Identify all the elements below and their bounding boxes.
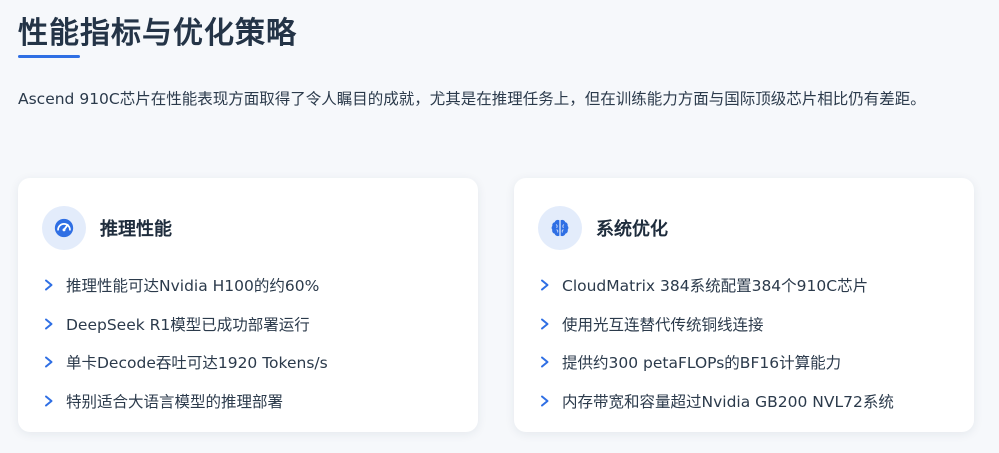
card-title: 推理性能 xyxy=(100,219,172,240)
chevron-right-icon xyxy=(44,279,62,291)
card-item-list: 推理性能可达Nvidia H100的约60% DeepSeek R1模型已成功部… xyxy=(44,266,328,420)
list-item-text: DeepSeek R1模型已成功部署运行 xyxy=(66,315,310,334)
card-item-list: CloudMatrix 384系统配置384个910C芯片 使用光互连替代传统铜… xyxy=(540,266,894,420)
list-item: 特别适合大语言模型的推理部署 xyxy=(44,382,328,421)
chevron-right-icon xyxy=(44,395,62,407)
page-title: 性能指标与优化策略 xyxy=(18,16,297,51)
card-header: 系统优化 xyxy=(538,206,668,250)
title-underline xyxy=(18,55,80,58)
card-inference-performance: 推理性能 推理性能可达Nvidia H100的约60% DeepSeek R1模… xyxy=(18,178,478,432)
list-item: CloudMatrix 384系统配置384个910C芯片 xyxy=(540,266,894,305)
list-item: 内存带宽和容量超过Nvidia GB200 NVL72系统 xyxy=(540,382,894,421)
list-item-text: 使用光互连替代传统铜线连接 xyxy=(562,315,764,334)
chevron-right-icon xyxy=(540,356,558,368)
list-item-text: CloudMatrix 384系统配置384个910C芯片 xyxy=(562,277,869,296)
card-header: 推理性能 xyxy=(42,206,172,250)
speedometer-icon xyxy=(42,206,86,250)
card-system-optimization: 系统优化 CloudMatrix 384系统配置384个910C芯片 使用光互连… xyxy=(514,178,974,432)
list-item: 单卡Decode吞吐可达1920 Tokens/s xyxy=(44,343,328,382)
list-item: 提供约300 petaFLOPs的BF16计算能力 xyxy=(540,343,894,382)
list-item-text: 单卡Decode吞吐可达1920 Tokens/s xyxy=(66,354,328,373)
list-item-text: 推理性能可达Nvidia H100的约60% xyxy=(66,277,320,296)
chevron-right-icon xyxy=(540,395,558,407)
list-item: 使用光互连替代传统铜线连接 xyxy=(540,305,894,344)
chevron-right-icon xyxy=(540,318,558,330)
chevron-right-icon xyxy=(540,279,558,291)
list-item: 推理性能可达Nvidia H100的约60% xyxy=(44,266,328,305)
chevron-right-icon xyxy=(44,356,62,368)
card-title: 系统优化 xyxy=(596,219,668,240)
chevron-right-icon xyxy=(44,318,62,330)
brain-icon xyxy=(538,206,582,250)
list-item-text: 提供约300 petaFLOPs的BF16计算能力 xyxy=(562,354,842,373)
list-item: DeepSeek R1模型已成功部署运行 xyxy=(44,305,328,344)
list-item-text: 内存带宽和容量超过Nvidia GB200 NVL72系统 xyxy=(562,392,894,411)
list-item-text: 特别适合大语言模型的推理部署 xyxy=(66,392,284,411)
intro-paragraph: Ascend 910C芯片在性能表现方面取得了令人瞩目的成就，尤其是在推理任务上… xyxy=(18,90,926,108)
